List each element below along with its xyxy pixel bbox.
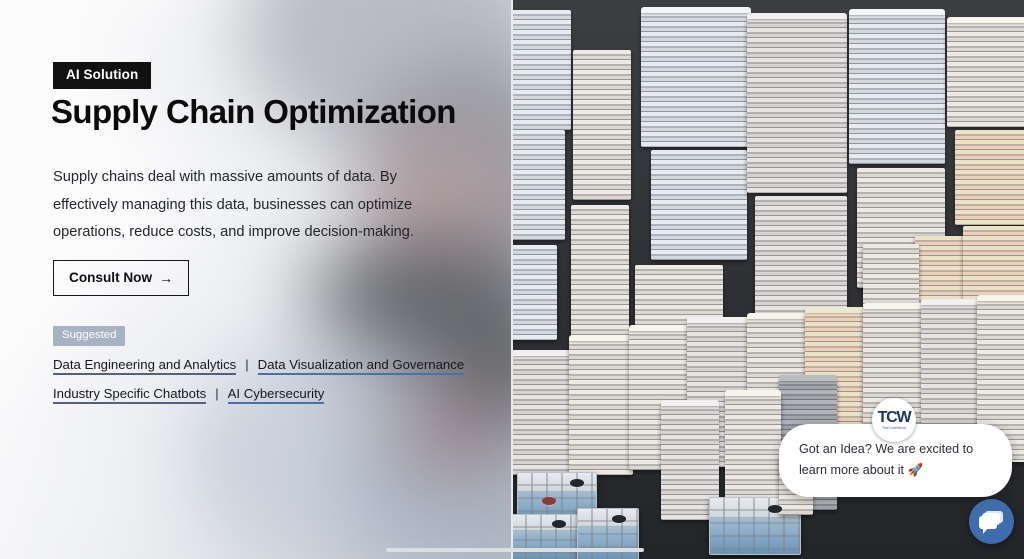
suggested-badge: Suggested <box>53 326 126 347</box>
page-root: AI Solution Supply Chain Optimization Su… <box>0 0 1024 559</box>
chat-launcher-button[interactable] <box>969 499 1014 544</box>
chat-avatar-subtext: TheCodeWork <box>882 425 906 430</box>
link-separator: | <box>245 357 249 372</box>
suggested-links-row-1: Data Engineering and Analytics | Data Vi… <box>53 357 465 375</box>
panel-divider <box>511 0 513 559</box>
suggested-link-data-engineering-and-analytics[interactable]: Data Engineering and Analytics <box>53 357 237 375</box>
consult-now-button[interactable]: Consult Now → <box>53 260 190 296</box>
link-separator: | <box>215 386 219 401</box>
hero-content: AI Solution Supply Chain Optimization Su… <box>0 0 512 559</box>
carousel-progress-bar[interactable] <box>386 548 644 552</box>
page-title: Supply Chain Optimization <box>51 93 456 130</box>
hero-left-panel: AI Solution Supply Chain Optimization Su… <box>0 0 512 559</box>
suggested-link-industry-specific-chatbots[interactable]: Industry Specific Chatbots <box>53 386 207 404</box>
suggested-link-data-visualization-and-governance[interactable]: Data Visualization and Governance <box>257 357 465 375</box>
consult-now-label: Consult Now <box>69 270 153 285</box>
hero-description: Supply chains deal with massive amounts … <box>53 169 414 240</box>
chat-bubble-tail-icon <box>983 528 988 534</box>
arrow-right-icon: → <box>159 269 174 286</box>
chat-avatar-monogram: TCW <box>877 408 912 426</box>
suggested-links-row-2: Industry Specific Chatbots | AI Cybersec… <box>53 386 325 404</box>
chat-bubbles-icon <box>979 516 997 529</box>
eyebrow-badge: AI Solution <box>53 62 152 89</box>
suggested-link-ai-cybersecurity[interactable]: AI Cybersecurity <box>227 386 325 404</box>
ibc-tote <box>511 514 579 559</box>
chat-avatar: TCW TheCodeWork <box>872 398 916 442</box>
